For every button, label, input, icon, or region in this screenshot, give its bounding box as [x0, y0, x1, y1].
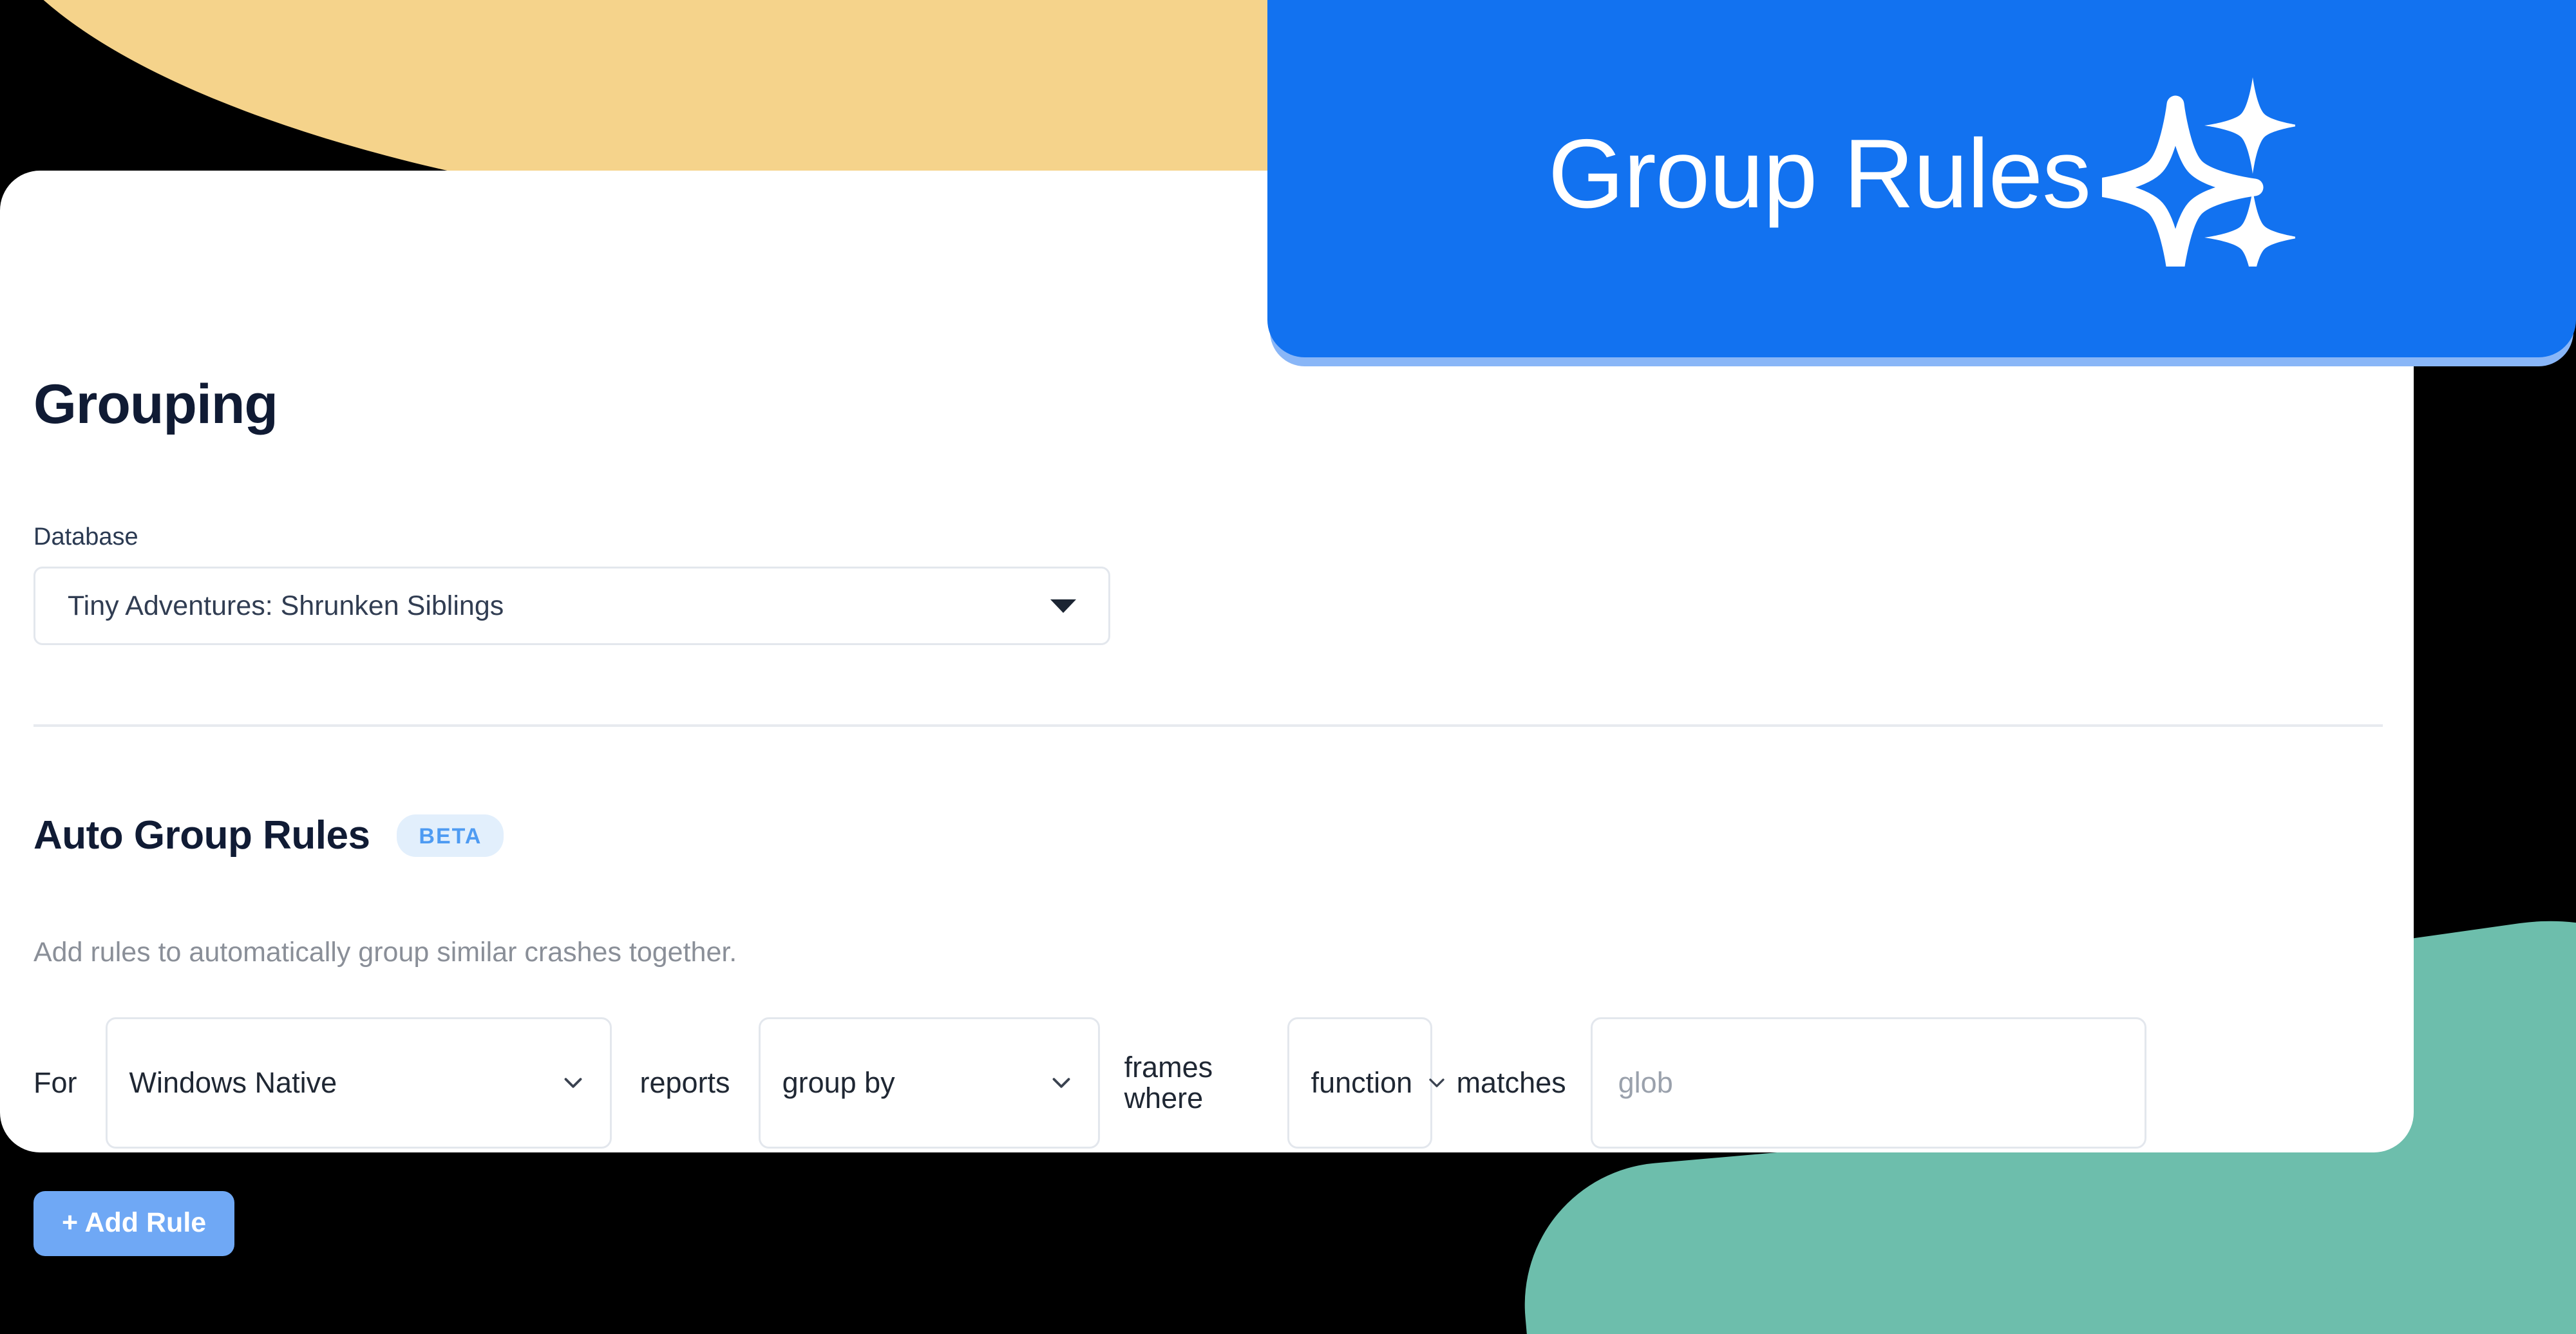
frame-field-select[interactable]: function — [1287, 1017, 1444, 1149]
chevron-down-icon — [558, 1068, 588, 1098]
caret-down-icon — [1050, 599, 1076, 613]
database-selected-value: Tiny Adventures: Shrunken Siblings — [68, 590, 504, 621]
beta-badge: BETA — [397, 814, 504, 857]
rule-prefix-label: For — [33, 1066, 77, 1099]
matches-label: matches — [1456, 1066, 1566, 1099]
auto-group-rules-description: Add rules to automatically group similar… — [33, 937, 737, 968]
glob-pattern-input[interactable]: glob — [1590, 1017, 2146, 1149]
callout-content: Group Rules — [1548, 77, 2296, 270]
frames-where-label: frames where — [1124, 1051, 1213, 1114]
frame-field-selected-value: function — [1311, 1066, 1413, 1099]
database-field-label: Database — [33, 523, 138, 550]
platform-select[interactable]: Windows Native — [105, 1017, 612, 1149]
sparkles-icon — [2102, 73, 2296, 267]
auto-group-rules-title: Auto Group Rules — [33, 813, 370, 858]
platform-selected-value: Windows Native — [129, 1066, 337, 1099]
reports-label: reports — [639, 1066, 730, 1099]
auto-group-rules-header: Auto Group Rules BETA — [33, 814, 504, 857]
add-rule-button[interactable]: + Add Rule — [33, 1191, 235, 1256]
section-divider — [33, 724, 2383, 727]
group-rule-row: For Windows Native reports group by fram… — [33, 1017, 2146, 1149]
groupby-selected-value: group by — [782, 1066, 895, 1099]
chevron-down-icon — [1424, 1070, 1450, 1096]
screenshot-stage: Grouping Database Tiny Adventures: Shrun… — [0, 0, 2576, 1334]
database-select[interactable]: Tiny Adventures: Shrunken Siblings — [33, 567, 1110, 645]
glob-placeholder-text: glob — [1618, 1066, 1673, 1099]
callout-title: Group Rules — [1548, 118, 2091, 229]
group-rules-callout-banner: Group Rules — [1267, 0, 2576, 357]
groupby-select[interactable]: group by — [758, 1017, 1100, 1149]
page-title: Grouping — [33, 373, 278, 435]
chevron-down-icon — [1046, 1068, 1076, 1098]
